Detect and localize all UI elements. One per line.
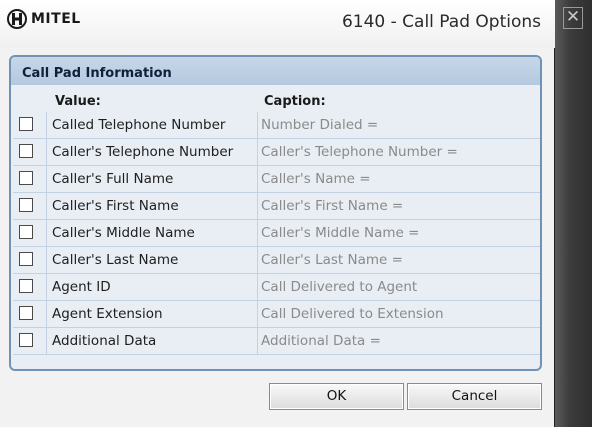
checkbox-cell [13,166,47,192]
value-label: Additional Data [52,333,157,349]
value-cell: Called Telephone Number [47,112,258,138]
value-label: Called Telephone Number [52,117,226,133]
caption-cell[interactable]: Caller's First Name = [258,193,538,219]
background-strip [555,0,592,427]
value-cell: Agent ID [47,274,258,300]
caption-text: Call Delivered to Extension [261,306,444,322]
caption-text: Caller's Name = [261,171,371,187]
value-cell: Caller's Last Name [47,247,258,273]
checkbox-icon[interactable] [19,333,33,347]
value-column-header: Value: [55,94,101,109]
caption-cell[interactable]: Call Delivered to Extension [258,301,538,327]
value-label: Caller's Middle Name [52,225,195,241]
close-icon[interactable]: ✕ [563,7,583,29]
value-cell: Caller's Full Name [47,166,258,192]
value-label: Caller's Last Name [52,252,179,268]
caption-text: Additional Data = [261,333,381,349]
ok-button[interactable]: OK [269,383,404,410]
caption-cell[interactable]: Caller's Telephone Number = [258,139,538,165]
checkbox-icon[interactable] [19,117,33,131]
column-headers: Value: Caption: [11,91,540,112]
caption-cell[interactable]: Caller's Middle Name = [258,220,538,246]
table-row: Caller's Full Name Caller's Name = [13,166,540,193]
checkbox-icon[interactable] [19,198,33,212]
checkbox-icon[interactable] [19,171,33,185]
caption-text: Caller's First Name = [261,198,404,214]
value-label: Caller's First Name [52,198,179,214]
group-title: Call Pad Information [22,66,172,81]
checkbox-cell [13,220,47,246]
value-label: Agent Extension [52,306,163,322]
value-cell: Caller's Telephone Number [47,139,258,165]
caption-cell[interactable]: Number Dialed = [258,112,538,138]
value-label: Agent ID [52,279,111,295]
checkbox-icon[interactable] [19,279,33,293]
caption-cell[interactable]: Caller's Last Name = [258,247,538,273]
mitel-logo-icon [7,9,27,29]
checkbox-cell [13,112,47,138]
options-grid: Called Telephone Number Number Dialed = Ca… [13,112,540,355]
value-label: Caller's Full Name [52,171,174,187]
mitel-logo: MITEL [6,9,81,29]
caption-text: Number Dialed = [261,117,379,133]
cancel-button[interactable]: Cancel [407,383,542,410]
caption-cell[interactable]: Additional Data = [258,328,538,354]
caption-text: Call Delivered to Agent [261,279,418,295]
caption-cell[interactable]: Call Delivered to Agent [258,274,538,300]
checkbox-icon[interactable] [19,306,33,320]
value-cell: Agent Extension [47,301,258,327]
caption-text: Caller's Telephone Number = [261,144,458,160]
value-cell: Additional Data [47,328,258,354]
table-row: Agent ID Call Delivered to Agent [13,274,540,301]
caption-cell[interactable]: Caller's Name = [258,166,538,192]
group-title-bar: Call Pad Information [11,57,540,85]
checkbox-cell [13,139,47,165]
table-row: Caller's First Name Caller's First Name = [13,193,540,220]
caption-text: Caller's Last Name = [261,252,403,268]
table-row: Agent Extension Call Delivered to Extensi… [13,301,540,328]
call-pad-options-dialog: MITEL 6140 - Call Pad Options Call Pad I… [0,0,555,427]
value-cell: Caller's Middle Name [47,220,258,246]
table-row: Caller's Telephone Number Caller's Teleph… [13,139,540,166]
dialog-title: 6140 - Call Pad Options [341,12,541,32]
checkbox-cell [13,301,47,327]
checkbox-cell [13,328,47,354]
checkbox-icon[interactable] [19,225,33,239]
checkbox-cell [13,274,47,300]
logo-text: MITEL [31,11,81,27]
value-label: Caller's Telephone Number [52,144,234,160]
checkbox-icon[interactable] [19,144,33,158]
table-row: Caller's Middle Name Caller's Middle Name… [13,220,540,247]
title-bar: MITEL 6140 - Call Pad Options [0,0,555,48]
value-cell: Caller's First Name [47,193,258,219]
table-row: Caller's Last Name Caller's Last Name = [13,247,540,274]
checkbox-cell [13,193,47,219]
table-row: Additional Data Additional Data = [13,328,540,355]
call-pad-information-group: Call Pad Information Value: Caption: Cal… [9,55,542,371]
table-row: Called Telephone Number Number Dialed = [13,112,540,139]
checkbox-icon[interactable] [19,252,33,266]
caption-text: Caller's Middle Name = [261,225,420,241]
caption-column-header: Caption: [264,94,326,109]
checkbox-cell [13,247,47,273]
